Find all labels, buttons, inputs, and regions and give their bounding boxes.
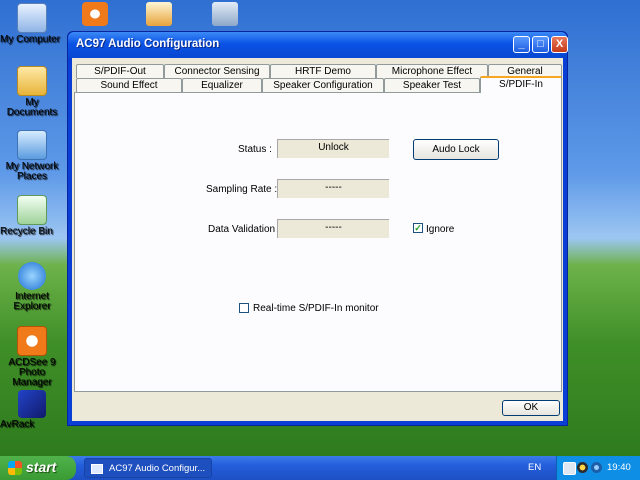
ok-button[interactable]: OK <box>502 400 560 416</box>
window-client: S/PDIF-Out Connector Sensing HRTF Demo M… <box>72 58 563 421</box>
ignore-label[interactable]: Ignore <box>426 224 454 235</box>
taskbar-item-ac97[interactable]: AC97 Audio Configur... <box>84 458 212 478</box>
realtime-monitor-checkbox[interactable] <box>239 303 249 313</box>
network-places-icon <box>17 130 47 160</box>
taskbar-item-label: AC97 Audio Configur... <box>109 463 206 474</box>
sampling-rate-value: ----- <box>277 179 389 198</box>
app-shortcut-icon[interactable] <box>82 2 108 26</box>
status-value: Unlock <box>277 139 389 158</box>
title-bar[interactable]: AC97 Audio Configuration _ □ X <box>68 32 568 58</box>
tab-sound-effect[interactable]: Sound Effect <box>76 78 182 92</box>
my-documents-icon <box>17 66 47 96</box>
speaker-tray-icon[interactable] <box>577 462 588 473</box>
realtime-monitor-label[interactable]: Real-time S/PDIF-In monitor <box>253 303 379 314</box>
tab-microphone-effect[interactable]: Microphone Effect <box>376 64 488 78</box>
close-button[interactable]: X <box>551 36 568 53</box>
minimize-button[interactable]: _ <box>513 36 530 53</box>
desktop-icon-label: Internet Explorer <box>13 291 51 312</box>
avrack-icon <box>18 390 46 418</box>
internet-explorer-icon <box>18 262 46 290</box>
desktop-icon-acdsee[interactable]: ACDSee 9 Photo Manager <box>0 326 64 388</box>
clock: 19:40 <box>607 462 631 473</box>
desktop-icon-label: My Computer <box>0 34 61 45</box>
tab-connector-sensing[interactable]: Connector Sensing <box>164 64 270 78</box>
tab-equalizer[interactable]: Equalizer <box>182 78 262 92</box>
my-computer-icon <box>17 3 47 33</box>
tray-app-icon[interactable] <box>563 462 576 475</box>
desktop-icon-label: AvRack <box>0 419 35 430</box>
installer-icon[interactable] <box>212 2 238 26</box>
desktop-icon-internet-explorer[interactable]: Internet Explorer <box>0 262 64 312</box>
gif-file-icon[interactable] <box>146 2 172 26</box>
audio-manager-tray-icon[interactable] <box>591 462 602 473</box>
desktop-icon-label: Recycle Bin <box>0 226 53 237</box>
tab-speaker-configuration[interactable]: Speaker Configuration <box>262 78 384 92</box>
ac97-window: AC97 Audio Configuration _ □ X 3 S/PDIF-… <box>67 31 568 426</box>
language-indicator[interactable]: EN <box>528 456 541 480</box>
tab-hrtf-demo[interactable]: HRTF Demo <box>270 64 376 78</box>
desktop-icon-network[interactable]: My Network Places <box>0 130 64 182</box>
ignore-checkbox[interactable]: ✓ <box>413 223 423 233</box>
windows-logo-icon <box>8 461 22 475</box>
desktop-icon-label: ACDSee 9 Photo Manager <box>8 357 56 388</box>
audo-lock-button[interactable]: Audo Lock <box>413 139 499 160</box>
status-label: Status : <box>238 144 272 155</box>
data-validation-label: Data Validation <box>208 224 276 235</box>
window-title: AC97 Audio Configuration <box>76 38 220 50</box>
tab-spdif-in[interactable]: S/PDIF-In <box>480 76 562 93</box>
tab-speaker-test[interactable]: Speaker Test <box>384 78 480 92</box>
window-icon <box>91 464 103 474</box>
start-label: start <box>26 459 57 475</box>
sampling-rate-label: Sampling Rate : <box>206 184 278 195</box>
system-tray: 19:40 <box>556 456 640 480</box>
tab-spdif-out[interactable]: S/PDIF-Out <box>76 64 164 78</box>
desktop-icon-my-computer[interactable]: My Computer <box>0 3 64 45</box>
acdsee-icon <box>17 326 47 356</box>
maximize-button[interactable]: □ <box>532 36 549 53</box>
desktop-icon-label: My Network Places <box>5 161 59 182</box>
desktop-icon-recycle-bin[interactable]: Recycle Bin <box>0 195 64 237</box>
desktop-icon-avrack[interactable]: AvRack <box>0 390 64 430</box>
data-validation-value: ----- <box>277 219 389 238</box>
recycle-bin-icon <box>17 195 47 225</box>
start-button[interactable]: start <box>0 456 76 480</box>
spdif-in-panel: Status : Unlock Audo Lock Sampling Rate … <box>74 92 562 392</box>
desktop-icon-my-documents[interactable]: My Documents <box>0 66 64 118</box>
taskbar: start AC97 Audio Configur... EN 19:40 <box>0 456 640 480</box>
desktop-icon-label: My Documents <box>6 97 58 118</box>
